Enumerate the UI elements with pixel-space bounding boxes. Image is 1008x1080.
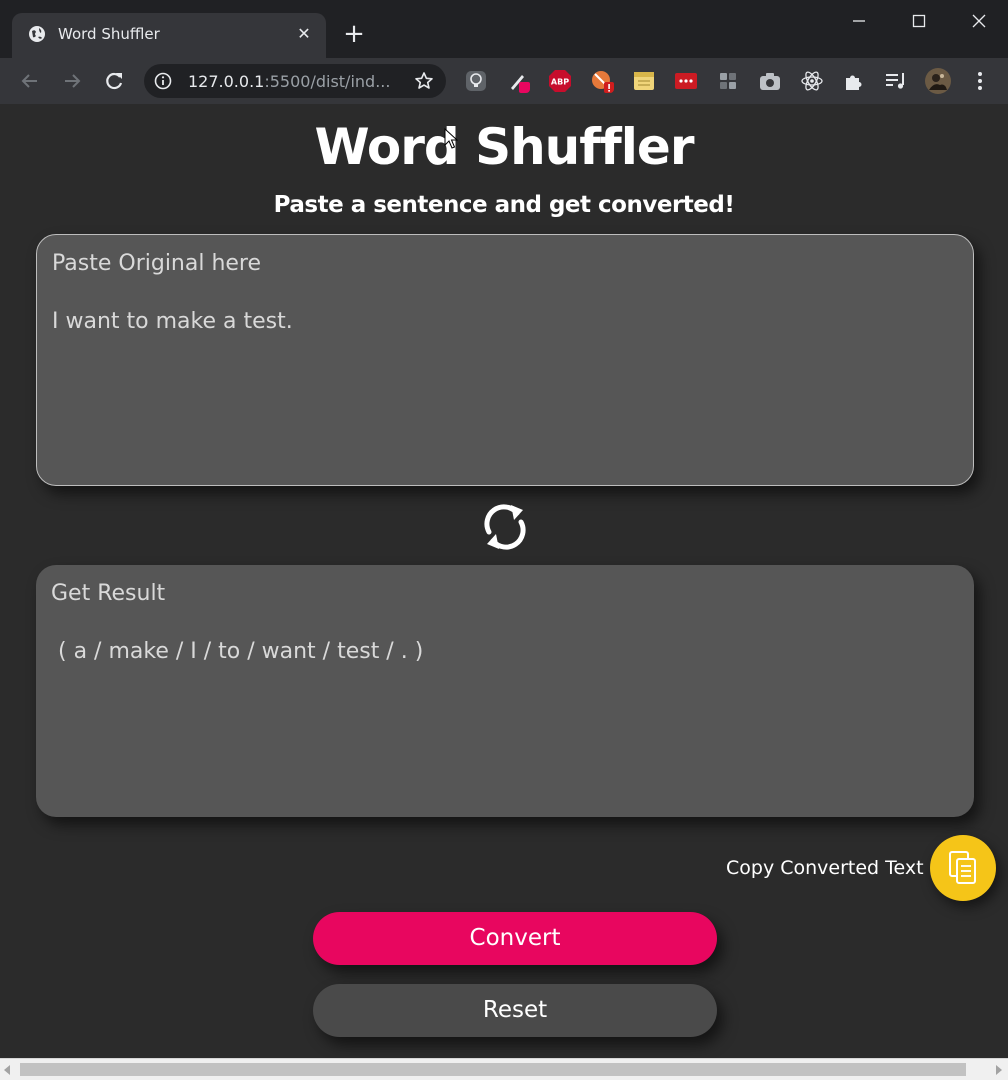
browser-tab[interactable]: Word Shuffler ✕ [12, 13, 326, 58]
copy-button[interactable] [930, 835, 996, 901]
site-info-icon[interactable] [154, 72, 172, 90]
copy-icon [949, 851, 976, 884]
result-text-value: ( a / make / I / to / want / test / . ) [51, 639, 424, 664]
password-ext-icon[interactable] [674, 69, 698, 93]
original-text-label: Paste Original here [52, 251, 262, 276]
lightbulb-ext-icon[interactable] [464, 69, 488, 93]
page-subtitle: Paste a sentence and get converted! [273, 192, 735, 218]
notes-ext-icon[interactable] [632, 69, 656, 93]
new-tab-button[interactable]: + [340, 20, 368, 48]
browser-toolbar: 127.0.0.1:5500/dist/ind... ABP [0, 58, 1008, 104]
mouse-cursor-icon [444, 128, 458, 149]
address-bar[interactable]: 127.0.0.1:5500/dist/ind... [144, 64, 446, 98]
convert-cycle-icon[interactable] [478, 500, 532, 554]
profile-avatar[interactable] [924, 67, 952, 95]
scroll-right-icon[interactable] [996, 1065, 1002, 1075]
forward-icon[interactable] [58, 67, 86, 95]
page-title: Word Shuffler [314, 118, 695, 176]
window-close-icon[interactable] [956, 8, 1002, 36]
media-controls-icon[interactable] [884, 69, 908, 93]
url-text: 127.0.0.1:5500/dist/ind... [188, 72, 390, 91]
tab-close-icon[interactable]: ✕ [294, 24, 314, 44]
horizontal-scrollbar[interactable] [0, 1058, 1008, 1080]
result-text-area[interactable]: Get Result ( a / make / I / to / want / … [36, 565, 974, 817]
adblock-plus-icon[interactable]: ABP [548, 69, 572, 93]
tiles-ext-icon[interactable] [716, 69, 740, 93]
pen-ext-icon[interactable] [506, 69, 530, 93]
block-ext-icon[interactable] [590, 69, 614, 93]
react-devtools-icon[interactable] [800, 69, 824, 93]
convert-button[interactable]: Convert [313, 912, 717, 965]
scroll-left-icon[interactable] [4, 1065, 10, 1075]
result-text-label: Get Result [51, 581, 166, 606]
page-content: Word Shuffler Paste a sentence and get c… [0, 104, 1008, 1058]
reset-button[interactable]: Reset [313, 984, 717, 1037]
scrollbar-thumb[interactable] [20, 1063, 966, 1076]
maximize-icon[interactable] [896, 8, 942, 36]
bookmark-star-icon[interactable] [414, 71, 434, 91]
camera-ext-icon[interactable] [758, 69, 782, 93]
tab-title: Word Shuffler [58, 25, 160, 43]
minimize-icon[interactable] [836, 8, 882, 36]
back-icon[interactable] [16, 67, 44, 95]
url-path: :5500/dist/ind... [264, 72, 391, 91]
browser-menu-icon[interactable] [968, 69, 992, 93]
reload-icon[interactable] [100, 67, 128, 95]
puzzle-extensions-icon[interactable] [842, 69, 866, 93]
globe-icon [29, 26, 45, 42]
tab-strip: Word Shuffler ✕ + [0, 0, 1008, 58]
original-text-value: I want to make a test. [52, 309, 293, 334]
url-host: 127.0.0.1 [188, 72, 265, 91]
copy-converted-label: Copy Converted Text [726, 857, 924, 879]
adblock-label: ABP [551, 78, 569, 87]
original-text-area[interactable]: Paste Original here I want to make a tes… [36, 234, 974, 486]
